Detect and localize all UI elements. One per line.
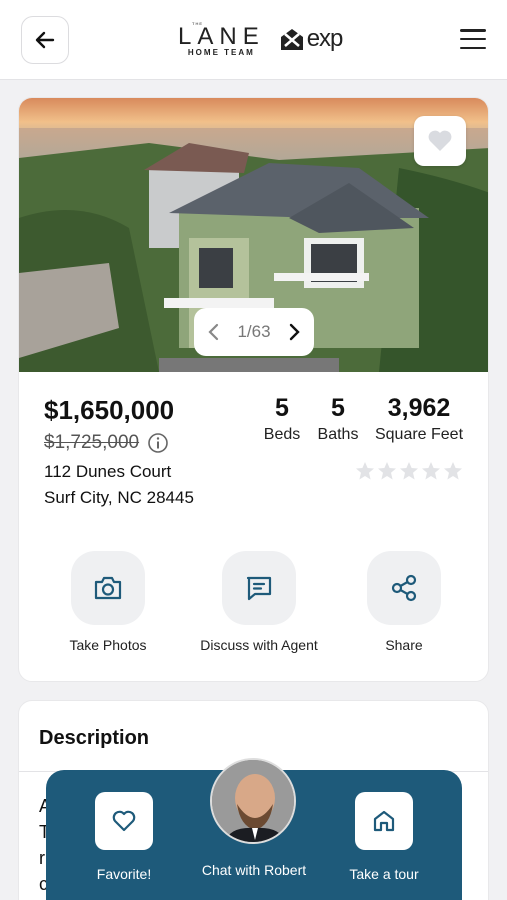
chevron-right-icon[interactable]: [286, 322, 302, 342]
heart-icon: [428, 130, 452, 151]
logo-home-team-text: HOME TEAM: [187, 48, 255, 57]
take-photos-button[interactable]: Take Photos: [63, 551, 153, 653]
discuss-with-agent-label: Discuss with Agent: [200, 637, 318, 653]
discuss-icon-container: [222, 551, 296, 625]
baths-value: 5: [331, 394, 345, 422]
logo-lane-text: LANE: [178, 23, 265, 50]
chat-label: Chat with Robert: [201, 862, 307, 878]
lane-home-team-logo: THE LANE HOME TEAM: [178, 21, 265, 57]
rating-stars[interactable]: [355, 461, 463, 481]
beds-label: Beds: [263, 426, 301, 443]
menu-line: [460, 46, 486, 49]
baths-label: Baths: [317, 426, 359, 443]
star-icon: [400, 462, 418, 480]
info-icon[interactable]: [147, 432, 169, 454]
star-icon: [444, 462, 462, 480]
exp-house-icon: [280, 29, 303, 50]
favorite-label: Favorite!: [96, 866, 152, 882]
star-icon: [378, 462, 396, 480]
brand-logo: THE LANE HOME TEAM exp: [178, 18, 343, 60]
sqft-label: Square Feet: [374, 426, 464, 443]
share-label: Share: [385, 637, 423, 653]
listing-price: $1,650,000: [44, 395, 175, 425]
share-button[interactable]: Share: [359, 551, 449, 653]
star-icon: [422, 462, 440, 480]
home-icon: [373, 810, 395, 832]
baths-stat: 5 Baths: [311, 394, 365, 444]
message-icon: [246, 576, 272, 601]
discuss-with-agent-button[interactable]: Discuss with Agent: [191, 551, 327, 653]
sqft-stat: 3,962 Square Feet: [371, 394, 467, 444]
tour-icon-container: [355, 792, 413, 850]
star-icon: [356, 462, 374, 480]
favorite-photo-button[interactable]: [414, 116, 466, 166]
exp-realty-logo: exp: [279, 25, 343, 53]
chat-with-agent-button[interactable]: Chat with Robert: [192, 862, 316, 878]
chevron-left-icon[interactable]: [206, 322, 222, 342]
logo-exp-text: exp: [306, 25, 344, 52]
menu-line: [460, 37, 486, 41]
photo-counter: 1/63: [237, 322, 271, 341]
tour-label: Take a tour: [349, 866, 419, 882]
favorite-button[interactable]: Favorite!: [76, 792, 172, 882]
property-photo[interactable]: 1/63: [19, 98, 488, 372]
agent-photo: [212, 760, 294, 842]
description-title: Description: [39, 727, 150, 749]
photo-pager: 1/63: [194, 308, 314, 356]
heart-outline-icon: [112, 810, 136, 832]
address-line2: Surf City, NC 28445: [44, 488, 194, 507]
camera-icon: [94, 576, 122, 600]
arrow-left-icon: [35, 31, 55, 49]
beds-stat: 5 Beds: [259, 394, 305, 444]
original-price: $1,725,000: [44, 432, 140, 453]
take-tour-button[interactable]: Take a tour: [336, 792, 432, 882]
address-line1: 112 Dunes Court: [44, 462, 172, 481]
app-header: THE LANE HOME TEAM exp: [0, 0, 507, 80]
agent-avatar[interactable]: [210, 758, 296, 844]
favorite-icon-container: [95, 792, 153, 850]
share-icon-container: [367, 551, 441, 625]
take-photos-icon-container: [71, 551, 145, 625]
menu-line: [460, 29, 486, 32]
menu-button[interactable]: [458, 26, 488, 52]
property-card: 1/63 $1,650,000 $1,725,000 112 Dunes Cou…: [18, 97, 489, 682]
beds-value: 5: [275, 394, 289, 422]
take-photos-label: Take Photos: [69, 637, 147, 653]
sqft-value: 3,962: [387, 394, 451, 422]
back-button[interactable]: [21, 16, 69, 64]
share-icon: [391, 574, 417, 602]
